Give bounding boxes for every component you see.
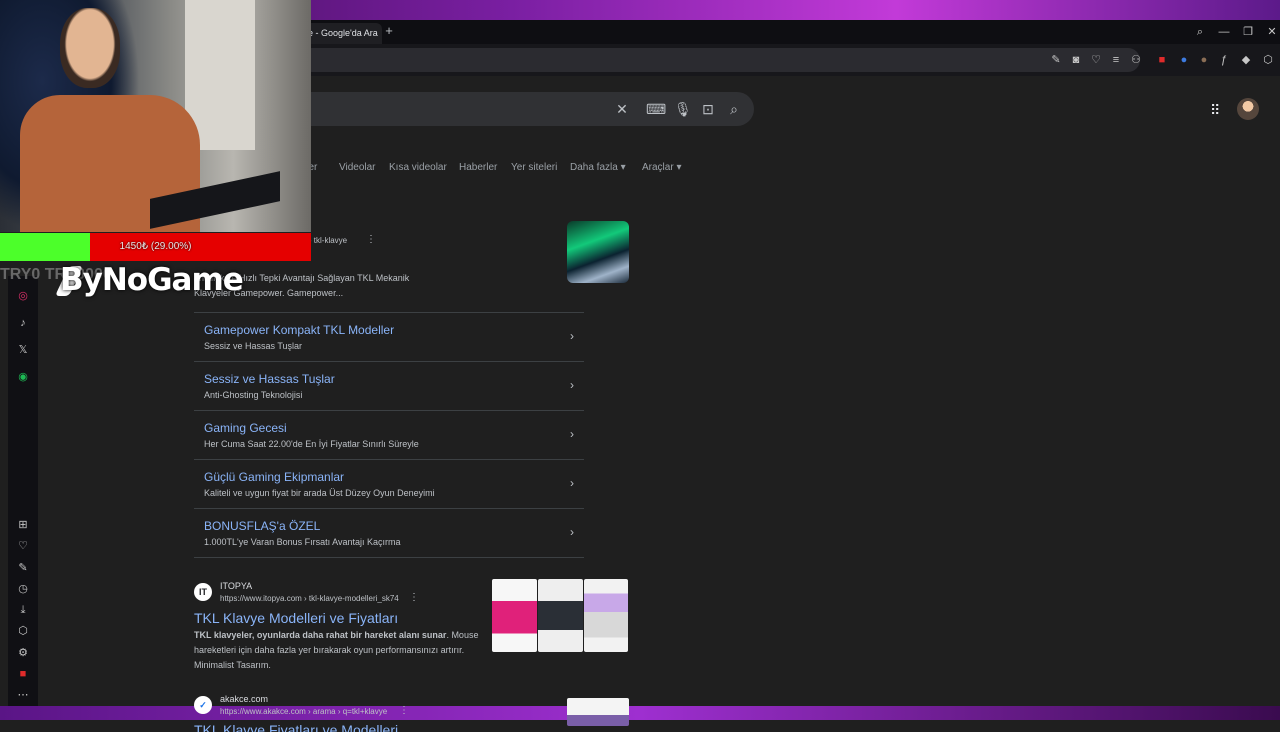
- sitelink[interactable]: Gaming Gecesi Her Cuma Saat 22.00'de En …: [194, 410, 584, 459]
- sitelink[interactable]: Gamepower Kompakt TKL Modeller Sessiz ve…: [194, 312, 584, 361]
- close-window-button[interactable]: ✕: [1262, 23, 1280, 41]
- stream-background-bottom: [0, 706, 1280, 720]
- sitelink-title[interactable]: Güçlü Gaming Ekipmanlar: [204, 470, 344, 484]
- result-title[interactable]: TKL Klavye Modelleri ve Fiyatları: [194, 610, 398, 626]
- spotify-icon[interactable]: ◉: [15, 369, 31, 385]
- sitelink[interactable]: Sessiz ve Hassas Tuşlar Anti-Ghosting Te…: [194, 361, 584, 410]
- result-url[interactable]: https://www.itopya.com › tkl-klavye-mode…: [220, 594, 399, 603]
- instagram-icon[interactable]: ◎: [15, 288, 31, 304]
- box-icon[interactable]: ⬡: [15, 623, 31, 639]
- result-thumbnail[interactable]: [567, 221, 629, 283]
- sitelink-subtitle: Kaliteli ve uygun fiyat bir arada Üst Dü…: [204, 488, 435, 498]
- result-image[interactable]: [584, 579, 628, 652]
- extension-icon[interactable]: ●: [1176, 52, 1192, 68]
- result-image[interactable]: [538, 579, 583, 652]
- chevron-right-icon: ›: [570, 378, 574, 392]
- apps-grid-icon[interactable]: ⠿: [1210, 102, 1226, 118]
- result-image[interactable]: [492, 579, 537, 652]
- more-options-icon[interactable]: ⋮: [366, 234, 376, 245]
- sitelink[interactable]: Güçlü Gaming Ekipmanlar Kaliteli ve uygu…: [194, 459, 584, 508]
- filter-more[interactable]: Daha fazla ▾: [570, 162, 626, 173]
- chevron-right-icon: ›: [570, 427, 574, 441]
- tab-google-search[interactable]: e - Google'da Ara: [300, 23, 382, 44]
- edit-icon[interactable]: ✎: [15, 560, 31, 576]
- chevron-right-icon: ›: [570, 476, 574, 490]
- edit-icon[interactable]: ✎: [1048, 52, 1064, 68]
- tiktok-icon[interactable]: ♪: [15, 315, 31, 331]
- social-sidebar: ◎ ♪ 𝕏 ◉ ⊞ ♡ ✎ ◷ ⤓ ⬡ ⚙ ■ ⋯: [8, 276, 38, 706]
- snippet-bold: TKL klavyeler, oyunlarda daha rahat bir …: [194, 630, 447, 640]
- microphone-icon[interactable]: 🎙: [674, 101, 692, 117]
- sitelink-title[interactable]: Sessiz ve Hassas Tuşlar: [204, 372, 335, 386]
- tab-search-icon[interactable]: ⌕: [1190, 23, 1210, 41]
- sitelink-subtitle: Sessiz ve Hassas Tuşlar: [204, 341, 303, 351]
- heart-icon[interactable]: ♡: [15, 538, 31, 554]
- filter-videos[interactable]: Videolar: [339, 162, 376, 173]
- x-icon[interactable]: 𝕏: [15, 342, 31, 358]
- sitelink[interactable]: BONUSFLAŞ'a ÖZEL 1.000TL'ye Varan Bonus …: [194, 508, 584, 558]
- keyboard-icon[interactable]: ⌨: [646, 101, 666, 117]
- akakce-favicon: ✓: [194, 696, 212, 714]
- sitelink-subtitle: Anti-Ghosting Teknolojisi: [204, 390, 303, 400]
- settings-icon[interactable]: ⚙: [15, 645, 31, 661]
- sitelink-title[interactable]: Gamepower Kompakt TKL Modeller: [204, 323, 394, 337]
- ublock-icon[interactable]: ■: [15, 666, 31, 682]
- new-tab-button[interactable]: +: [382, 24, 396, 38]
- result-site-name[interactable]: ITOPYA: [220, 581, 252, 591]
- filter-short-videos[interactable]: Kısa videolar: [389, 162, 447, 173]
- bynogame-logo: ByNoGame: [60, 262, 244, 298]
- sitelink-title[interactable]: Gaming Gecesi: [204, 421, 287, 435]
- sitelink-title[interactable]: BONUSFLAŞ'a ÖZEL: [204, 519, 320, 533]
- more-options-icon[interactable]: ⋮: [409, 592, 419, 603]
- more-options-icon[interactable]: ⋮: [399, 705, 409, 716]
- sitelink-subtitle: Her Cuma Saat 22.00'de En İyi Fiyatlar S…: [204, 439, 419, 449]
- chevron-right-icon: ›: [570, 329, 574, 343]
- sitelinks: Gamepower Kompakt TKL Modeller Sessiz ve…: [194, 312, 584, 558]
- snippet-line: Klavyeler Gamepower. Gamepower...: [194, 288, 344, 298]
- clear-icon[interactable]: ✕: [614, 101, 630, 117]
- camera-icon[interactable]: ◙: [1068, 52, 1084, 68]
- donation-goal-text: 1450₺ (29.00%): [119, 241, 192, 252]
- history-icon[interactable]: ◷: [15, 581, 31, 597]
- snippet-line: anıklılık ve Hızlı Tepki Avantajı Sağlay…: [194, 273, 410, 283]
- filter-tools[interactable]: Araçlar ▾: [642, 162, 681, 173]
- profile-icon[interactable]: ⚇: [1128, 52, 1144, 68]
- result-snippet: TKL klavyeler, oyunlarda daha rahat bir …: [194, 628, 494, 673]
- download-icon[interactable]: ⤓: [15, 602, 31, 618]
- address-bar[interactable]: [300, 48, 1140, 72]
- list-icon[interactable]: ≡: [1108, 52, 1124, 68]
- grid-icon[interactable]: ⊞: [15, 517, 31, 533]
- result-site-name[interactable]: akakce.com: [220, 694, 268, 704]
- puzzle-icon[interactable]: ◆: [1238, 52, 1254, 68]
- result-url[interactable]: https://www.akakce.com › arama › q=tkl+k…: [220, 707, 387, 716]
- search-icon[interactable]: ⌕: [726, 101, 742, 117]
- heart-icon[interactable]: ♡: [1088, 52, 1104, 68]
- itopya-favicon: IT: [194, 583, 212, 601]
- chevron-right-icon: ›: [570, 525, 574, 539]
- font-extension-icon[interactable]: ƒ: [1216, 52, 1232, 68]
- avatar[interactable]: [1237, 98, 1259, 120]
- restore-button[interactable]: ❐: [1238, 23, 1258, 41]
- filter-places[interactable]: Yer siteleri: [511, 162, 557, 173]
- result-snippet: anıklılık ve Hızlı Tepki Avantajı Sağlay…: [194, 271, 544, 301]
- lens-icon[interactable]: ⊡: [700, 101, 716, 117]
- more-icon[interactable]: ⋯: [15, 687, 31, 703]
- minimize-button[interactable]: —: [1214, 23, 1234, 41]
- result-image[interactable]: [567, 698, 629, 726]
- donation-goal-bar: 1450₺ (29.00%): [0, 233, 311, 261]
- result-title[interactable]: TKL Klavye Fiyatları ve Modelleri: [194, 722, 398, 732]
- extension-icon-2[interactable]: ●: [1196, 52, 1212, 68]
- ublock-icon[interactable]: ■: [1154, 52, 1170, 68]
- search-input[interactable]: ✕ ⌨ 🎙 ⊡ ⌕: [286, 92, 754, 126]
- box-icon[interactable]: ⬡: [1260, 52, 1276, 68]
- filter-news[interactable]: Haberler: [459, 162, 497, 173]
- sitelink-subtitle: 1.000TL'ye Varan Bonus Fırsatı Avantajı …: [204, 537, 401, 547]
- streamer-head: [60, 8, 120, 88]
- webcam-feed: [0, 0, 311, 232]
